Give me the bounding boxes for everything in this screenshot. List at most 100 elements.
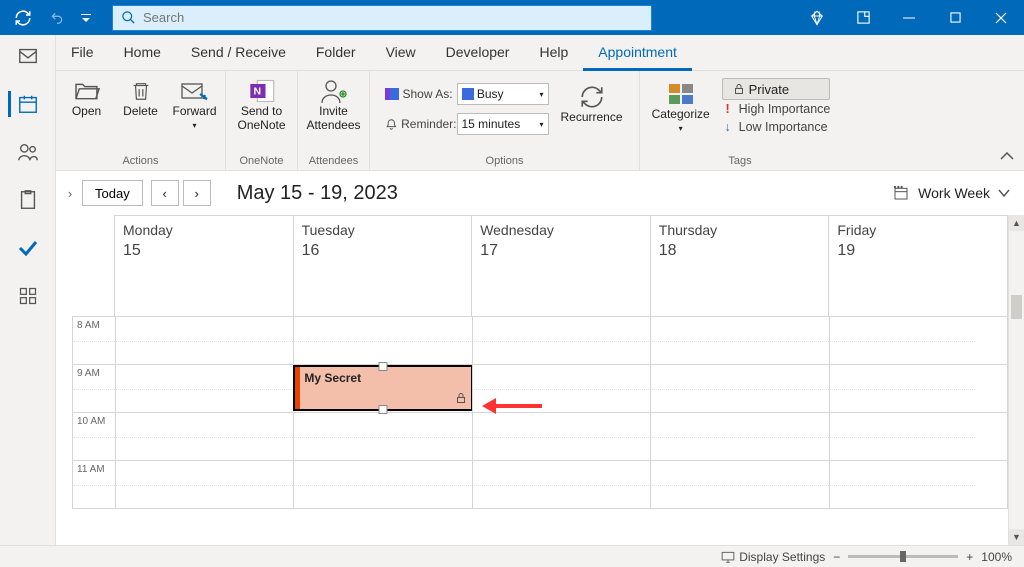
search-box[interactable]	[112, 5, 652, 31]
delete-label: Delete	[123, 105, 158, 119]
show-as-label: Show As:	[385, 87, 457, 101]
attendees-icon	[318, 79, 350, 103]
window-mode-icon[interactable]	[840, 0, 886, 35]
calendar-event[interactable]: My Secret	[293, 365, 472, 411]
private-button[interactable]: Private	[722, 78, 831, 100]
qat-dropdown-icon[interactable]	[78, 5, 94, 31]
day-header-wed[interactable]: Wednesday17	[472, 216, 651, 316]
day-header-tue[interactable]: Tuesday16	[294, 216, 473, 316]
tab-sendreceive[interactable]: Send / Receive	[176, 35, 301, 71]
trash-icon	[125, 79, 157, 103]
rail-apps[interactable]	[8, 277, 48, 315]
high-importance-label: High Importance	[739, 102, 831, 116]
event-status-bar	[295, 367, 300, 409]
tab-home[interactable]: Home	[109, 35, 176, 71]
onenote-icon: N	[246, 79, 278, 103]
pane-collapse-icon[interactable]: ›	[60, 186, 80, 201]
exclamation-icon: !	[722, 102, 734, 116]
zoom-out-button[interactable]: −	[833, 550, 840, 564]
day-column-mon[interactable]	[115, 317, 293, 508]
day-header-thu[interactable]: Thursday18	[651, 216, 830, 316]
time-label: 10 AM	[73, 413, 115, 461]
tab-folder[interactable]: Folder	[301, 35, 371, 71]
rail-people[interactable]	[8, 133, 48, 171]
resize-handle-bottom[interactable]	[379, 405, 388, 414]
day-header-mon[interactable]: Monday15	[115, 216, 294, 316]
send-to-onenote-button[interactable]: N Send to OneNote	[232, 75, 292, 133]
show-as-select[interactable]: Busy▾	[457, 83, 549, 105]
vertical-scrollbar[interactable]: ▲ ▼	[1008, 215, 1024, 545]
zoom-slider[interactable]	[848, 555, 958, 558]
rail-tasks[interactable]	[8, 181, 48, 219]
day-header-fri[interactable]: Friday19	[829, 216, 1007, 316]
today-button[interactable]: Today	[82, 180, 143, 206]
tab-view[interactable]: View	[371, 35, 431, 71]
rail-mail[interactable]	[8, 37, 48, 75]
open-label: Open	[72, 105, 101, 119]
scroll-down-button[interactable]: ▼	[1009, 529, 1024, 545]
day-column-tue[interactable]: My Secret	[293, 317, 471, 508]
low-importance-label: Low Importance	[739, 120, 828, 134]
close-button[interactable]	[978, 0, 1024, 35]
bell-icon	[385, 118, 398, 131]
scroll-up-button[interactable]: ▲	[1009, 215, 1024, 231]
forward-button[interactable]: Forward ▾	[170, 75, 220, 130]
display-settings-label: Display Settings	[739, 550, 825, 564]
invite-label: Invite Attendees	[304, 105, 364, 133]
tags-group-label: Tags	[640, 155, 840, 167]
down-arrow-icon: ↓	[722, 120, 734, 134]
categorize-icon	[665, 82, 697, 106]
busy-swatch-icon	[462, 88, 474, 100]
sync-icon[interactable]	[10, 5, 36, 31]
recurrence-label: Recurrence	[560, 111, 622, 125]
reminder-label: Reminder:	[385, 117, 457, 131]
recurrence-icon	[576, 85, 608, 109]
display-settings-button[interactable]: Display Settings	[721, 550, 825, 564]
tab-appointment[interactable]: Appointment	[583, 35, 692, 71]
categorize-button[interactable]: Categorize ▾	[650, 78, 712, 133]
rail-todo[interactable]	[8, 229, 48, 267]
zoom-level: 100%	[981, 550, 1012, 564]
actions-group-label: Actions	[56, 155, 225, 167]
day-column-thu[interactable]	[650, 317, 828, 508]
view-mode-select[interactable]: Work Week	[892, 185, 1010, 201]
left-rail	[0, 35, 56, 545]
open-button[interactable]: Open	[62, 75, 112, 119]
onenote-group-label: OneNote	[226, 155, 297, 167]
invite-attendees-button[interactable]: Invite Attendees	[304, 75, 364, 133]
recurrence-button[interactable]: Recurrence	[559, 81, 625, 125]
date-range: May 15 - 19, 2023	[237, 182, 398, 205]
time-label: 11 AM	[73, 461, 115, 509]
zoom-slider-thumb[interactable]	[900, 551, 906, 562]
day-column-fri[interactable]	[829, 317, 1007, 508]
lock-icon	[733, 83, 745, 95]
tab-help[interactable]: Help	[524, 35, 583, 71]
rail-calendar[interactable]	[8, 85, 48, 123]
forward-icon	[179, 79, 211, 103]
view-mode-label: Work Week	[918, 185, 990, 201]
ribbon-collapse-icon[interactable]	[1000, 150, 1014, 165]
zoom-in-button[interactable]: +	[966, 550, 973, 564]
minimize-button[interactable]	[886, 0, 932, 35]
day-column-wed[interactable]	[472, 317, 650, 508]
reminder-select[interactable]: 15 minutes▾	[457, 113, 549, 135]
scroll-thumb[interactable]	[1011, 295, 1022, 319]
low-importance-button[interactable]: ↓ Low Importance	[722, 118, 831, 136]
undo-icon[interactable]	[44, 5, 70, 31]
search-input[interactable]	[143, 10, 651, 25]
forward-label: Forward	[172, 105, 216, 119]
resize-handle-top[interactable]	[379, 362, 388, 371]
monitor-icon	[721, 551, 735, 563]
premium-icon[interactable]	[794, 0, 840, 35]
delete-button[interactable]: Delete	[116, 75, 166, 119]
show-as-value: Busy	[477, 87, 504, 101]
next-week-button[interactable]: ›	[183, 180, 211, 206]
calendar-icon	[892, 185, 910, 201]
tab-file[interactable]: File	[56, 35, 109, 71]
tab-developer[interactable]: Developer	[431, 35, 525, 71]
prev-week-button[interactable]: ‹	[151, 180, 179, 206]
time-label: 9 AM	[73, 365, 115, 413]
categorize-label: Categorize	[652, 108, 710, 122]
maximize-button[interactable]	[932, 0, 978, 35]
high-importance-button[interactable]: ! High Importance	[722, 100, 831, 118]
